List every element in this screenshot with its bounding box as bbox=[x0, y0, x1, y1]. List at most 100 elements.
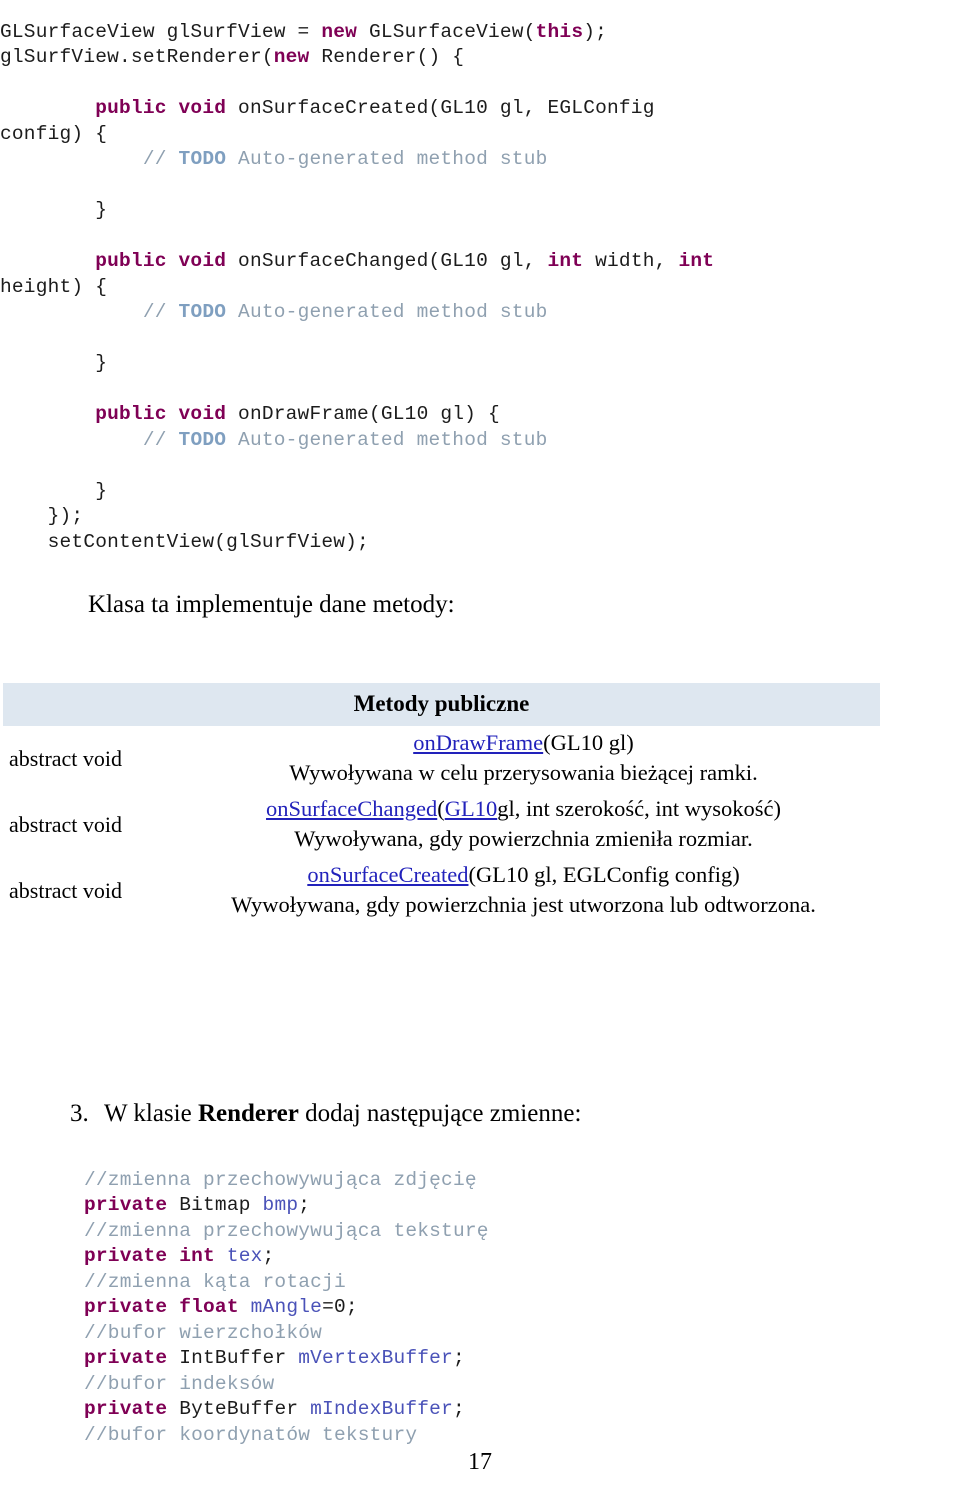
method-signature: onSurfaceChanged(GL10gl, int szerokość, … bbox=[177, 794, 870, 824]
code-token-var: tex bbox=[226, 1245, 263, 1267]
code-line: public void onSurfaceCreated(GL10 gl, EG… bbox=[0, 97, 655, 119]
code-token-kw: new bbox=[273, 46, 310, 68]
table-header-title: Metody publiczne bbox=[3, 683, 880, 726]
code-token-plain: GLSurfaceView glSurfView = bbox=[0, 20, 322, 43]
code-line: GLSurfaceView glSurfView = new GLSurface… bbox=[0, 21, 607, 43]
code-token-plain: onSurfaceCreated(GL10 gl, EGLConfig bbox=[226, 97, 655, 119]
code-line: } bbox=[0, 352, 107, 374]
code-token-cmt: //zmienna przechowywująca zdjęcię bbox=[84, 1168, 477, 1191]
code-token-plain: Renderer() { bbox=[309, 46, 465, 68]
code-line: height) { bbox=[0, 276, 107, 298]
code-token-kw: private bbox=[84, 1194, 168, 1216]
code-line: public void onDrawFrame(GL10 gl) { bbox=[0, 403, 500, 425]
method-description: Wywoływana, gdy powierzchnia zmieniła ro… bbox=[294, 826, 753, 851]
code-token-plain: } bbox=[0, 199, 108, 221]
table-row: abstract void onSurfaceChanged(GL10gl, in… bbox=[3, 792, 880, 858]
code-token-kw: private bbox=[84, 1398, 168, 1420]
step-3-class-name: Renderer bbox=[197, 1100, 299, 1127]
code-token-var: mAngle bbox=[250, 1296, 323, 1318]
code-line: //zmienna przechowywująca zdjęcię bbox=[84, 1169, 477, 1191]
method-link[interactable]: onSurfaceCreated bbox=[307, 862, 468, 887]
method-modifier: abstract void bbox=[9, 812, 123, 837]
code-token-plain: ; bbox=[452, 1347, 465, 1369]
code-line: }); bbox=[0, 505, 84, 527]
code-line: private IntBuffer mVertexBuffer; bbox=[84, 1347, 465, 1369]
table-header-row: Metody publiczne bbox=[3, 683, 880, 726]
code-token-cmt: Auto-generated method stub bbox=[226, 428, 548, 451]
method-modifier: abstract void bbox=[9, 746, 123, 771]
table-row: abstract void onSurfaceCreated(GL10 gl, E… bbox=[3, 858, 880, 924]
method-signature: onSurfaceCreated(GL10 gl, EGLConfig conf… bbox=[177, 860, 870, 890]
method-signature-text: ( bbox=[437, 796, 445, 821]
code-token-plain: ; bbox=[298, 1194, 311, 1216]
table-head: Metody publiczne bbox=[3, 683, 880, 726]
code-token-plain: onSurfaceChanged(GL10 gl, bbox=[226, 250, 548, 272]
code-token-plain: config) { bbox=[0, 122, 108, 145]
code-token-kw: public void bbox=[95, 97, 227, 119]
table-row: abstract void onDrawFrame(GL10 gl) Wywoływ… bbox=[3, 726, 880, 792]
code-line: //bufor indeksów bbox=[84, 1373, 274, 1395]
code-token-plain: Bitmap bbox=[167, 1194, 263, 1216]
code-token-kw: public void bbox=[95, 250, 227, 272]
code-token-cmt: //zmienna kąta rotacji bbox=[84, 1270, 346, 1293]
code-line: //zmienna przechowywująca teksturę bbox=[84, 1220, 489, 1242]
step-3-number: 3. bbox=[70, 1100, 89, 1127]
code-token-plain: } bbox=[0, 479, 108, 502]
code-token-plain: GLSurfaceView( bbox=[357, 20, 536, 43]
table-body: abstract void onDrawFrame(GL10 gl) Wywoływ… bbox=[3, 726, 880, 924]
code-token-var: bmp bbox=[262, 1194, 299, 1216]
code-token-plain: IntBuffer bbox=[167, 1347, 299, 1369]
code-token-kw: private bbox=[84, 1347, 168, 1369]
method-signature-text: (GL10 gl, EGLConfig config) bbox=[468, 862, 740, 887]
page-number: 17 bbox=[468, 1449, 492, 1475]
public-methods-table: Metody publiczne abstract void onDrawFram… bbox=[3, 683, 880, 924]
code-token-cmt: //bufor koordynatów tekstury bbox=[84, 1423, 418, 1446]
method-signature-text: gl, int szerokość, int wysokość) bbox=[497, 796, 781, 821]
code-token-kw: int bbox=[678, 250, 715, 272]
code-token-var: mIndexBuffer bbox=[310, 1398, 453, 1420]
step-3-instruction: 3. W klasie Renderer dodaj następujące zm… bbox=[70, 1098, 770, 1130]
step-3-suffix: dodaj następujące zmienne: bbox=[298, 1100, 582, 1127]
method-modifier: abstract void bbox=[9, 878, 123, 903]
method-link[interactable]: GL10 bbox=[445, 796, 498, 821]
method-signature-text: (GL10 gl) bbox=[543, 730, 634, 755]
method-description-cell: onDrawFrame(GL10 gl) Wywoływana w celu pr… bbox=[167, 726, 880, 792]
code-token-todo: TODO bbox=[178, 301, 227, 323]
code-token-todo: TODO bbox=[178, 428, 227, 451]
code-token-cmt: Auto-generated method stub bbox=[226, 148, 548, 170]
code-line: //bufor wierzchołków bbox=[84, 1322, 322, 1344]
code-token-plain: ); bbox=[583, 20, 608, 43]
code-line: } bbox=[0, 199, 107, 221]
method-description-cell: onSurfaceChanged(GL10gl, int szerokość, … bbox=[167, 792, 880, 858]
code-line: private ByteBuffer mIndexBuffer; bbox=[84, 1398, 465, 1420]
code-token-plain: ByteBuffer bbox=[167, 1398, 311, 1420]
code-token-kw: public void bbox=[95, 403, 227, 425]
code-block-renderer-variables: //zmienna przechowywująca zdjęcię privat… bbox=[84, 1168, 944, 1449]
code-token-plain: ; bbox=[262, 1245, 275, 1267]
code-line: } bbox=[0, 480, 107, 502]
code-token-kw: private int bbox=[84, 1245, 215, 1267]
code-line: public void onSurfaceChanged(GL10 gl, in… bbox=[0, 250, 714, 272]
code-token-cmt: //bufor indeksów bbox=[84, 1372, 275, 1395]
code-token-plain: ; bbox=[452, 1398, 465, 1420]
code-token-cmt: //zmienna przechowywująca teksturę bbox=[84, 1219, 489, 1242]
code-line: private int tex; bbox=[84, 1245, 274, 1267]
code-token-cmt: // bbox=[142, 148, 179, 170]
method-link[interactable]: onDrawFrame bbox=[413, 730, 543, 755]
method-description: Wywoływana w celu przerysowania bieżącej… bbox=[289, 760, 758, 785]
code-token-todo: TODO bbox=[178, 148, 227, 170]
code-token-kw: private float bbox=[84, 1296, 239, 1318]
code-line: setContentView(glSurfView); bbox=[0, 531, 369, 553]
method-description-cell: onSurfaceCreated(GL10 gl, EGLConfig conf… bbox=[167, 858, 880, 924]
code-line: private float mAngle=0; bbox=[84, 1296, 358, 1318]
code-token-var: mVertexBuffer bbox=[298, 1347, 453, 1369]
code-line: // TODO Auto-generated method stub bbox=[0, 429, 548, 451]
method-link[interactable]: onSurfaceChanged bbox=[266, 796, 437, 821]
klasa-implementuje-text: Klasa ta implementuje dane metody: bbox=[88, 591, 455, 618]
code-token-plain: setContentView(glSurfView); bbox=[0, 530, 369, 553]
code-token-plain: glSurfView.setRenderer( bbox=[0, 46, 274, 68]
